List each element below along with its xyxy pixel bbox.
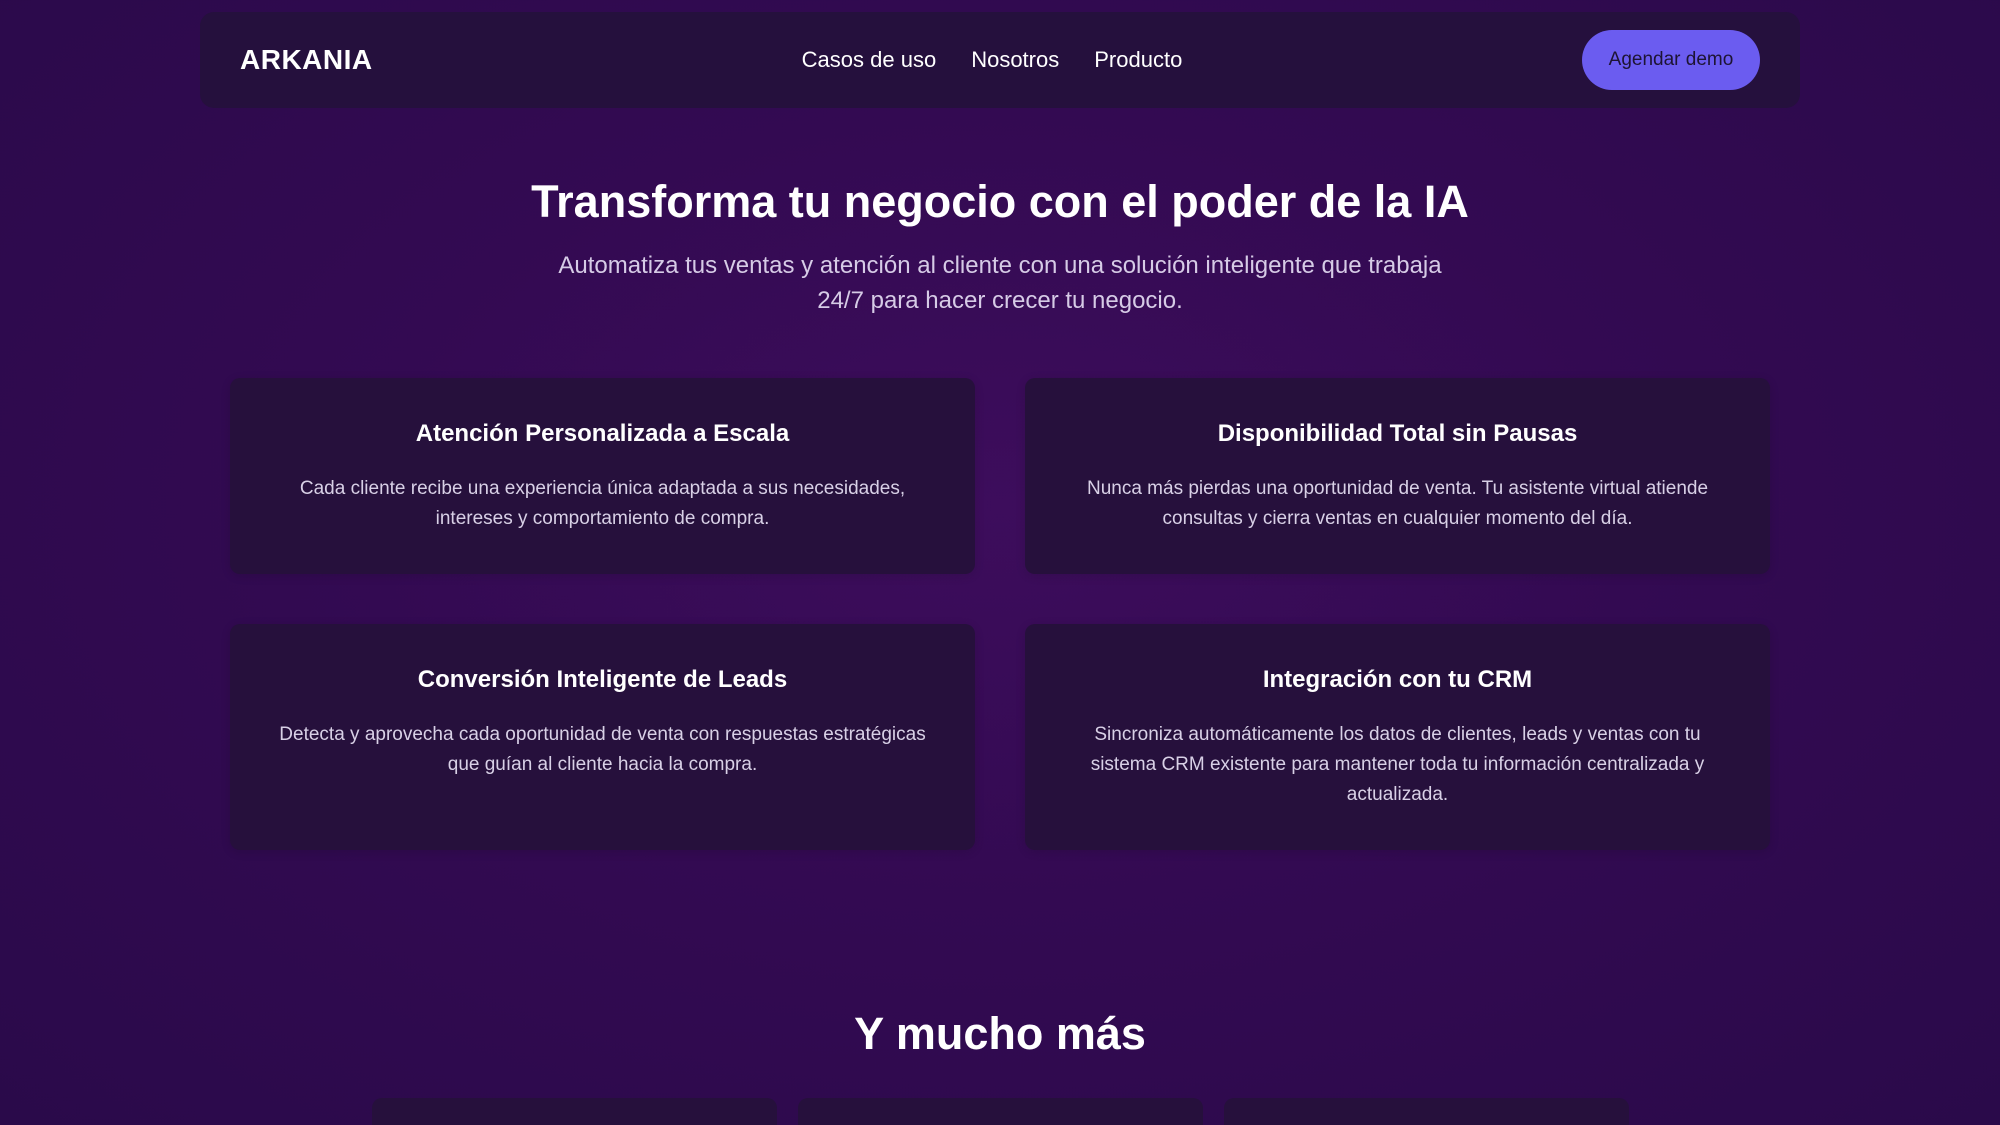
feature-card-description: Detecta y aprovecha cada oportunidad de …: [279, 724, 926, 775]
feature-card-title: Integración con tu CRM: [1262, 666, 1533, 693]
more-card: [372, 1098, 777, 1125]
feature-card-title: Conversión Inteligente de Leads: [417, 666, 788, 693]
feature-card-description: Nunca más pierdas una oportunidad de ven…: [1086, 478, 1709, 529]
more-card: [1224, 1098, 1629, 1125]
nav-link-producto[interactable]: Producto: [1094, 47, 1182, 73]
feature-card-title: Disponibilidad Total sin Pausas: [1217, 420, 1578, 447]
nav-link-casos-de-uso[interactable]: Casos de uso: [802, 47, 937, 73]
hero-subtitle: Automatiza tus ventas y atención al clie…: [558, 252, 1442, 314]
more-card: [798, 1098, 1203, 1125]
nav-links: Casos de uso Nosotros Producto: [200, 12, 1800, 108]
brand-logo[interactable]: ARKANIA: [240, 12, 373, 108]
feature-card-description: Cada cliente recibe una experiencia únic…: [299, 478, 906, 529]
nav-link-nosotros[interactable]: Nosotros: [971, 47, 1059, 73]
top-navbar: ARKANIA Casos de uso Nosotros Producto A…: [200, 12, 1800, 108]
more-section-title: Y mucho más: [854, 1008, 1146, 1059]
feature-card: Conversión Inteligente de Leads Detecta …: [230, 624, 975, 850]
hero-title: Transforma tu negocio con el poder de la…: [531, 176, 1469, 227]
feature-card: Disponibilidad Total sin Pausas Nunca má…: [1025, 378, 1770, 574]
feature-card: Integración con tu CRM Sincroniza automá…: [1025, 624, 1770, 850]
feature-card-description: Sincroniza automáticamente los datos de …: [1090, 724, 1705, 805]
feature-card-title: Atención Personalizada a Escala: [415, 420, 790, 447]
feature-card: Atención Personalizada a Escala Cada cli…: [230, 378, 975, 574]
schedule-demo-button[interactable]: Agendar demo: [1582, 30, 1760, 90]
